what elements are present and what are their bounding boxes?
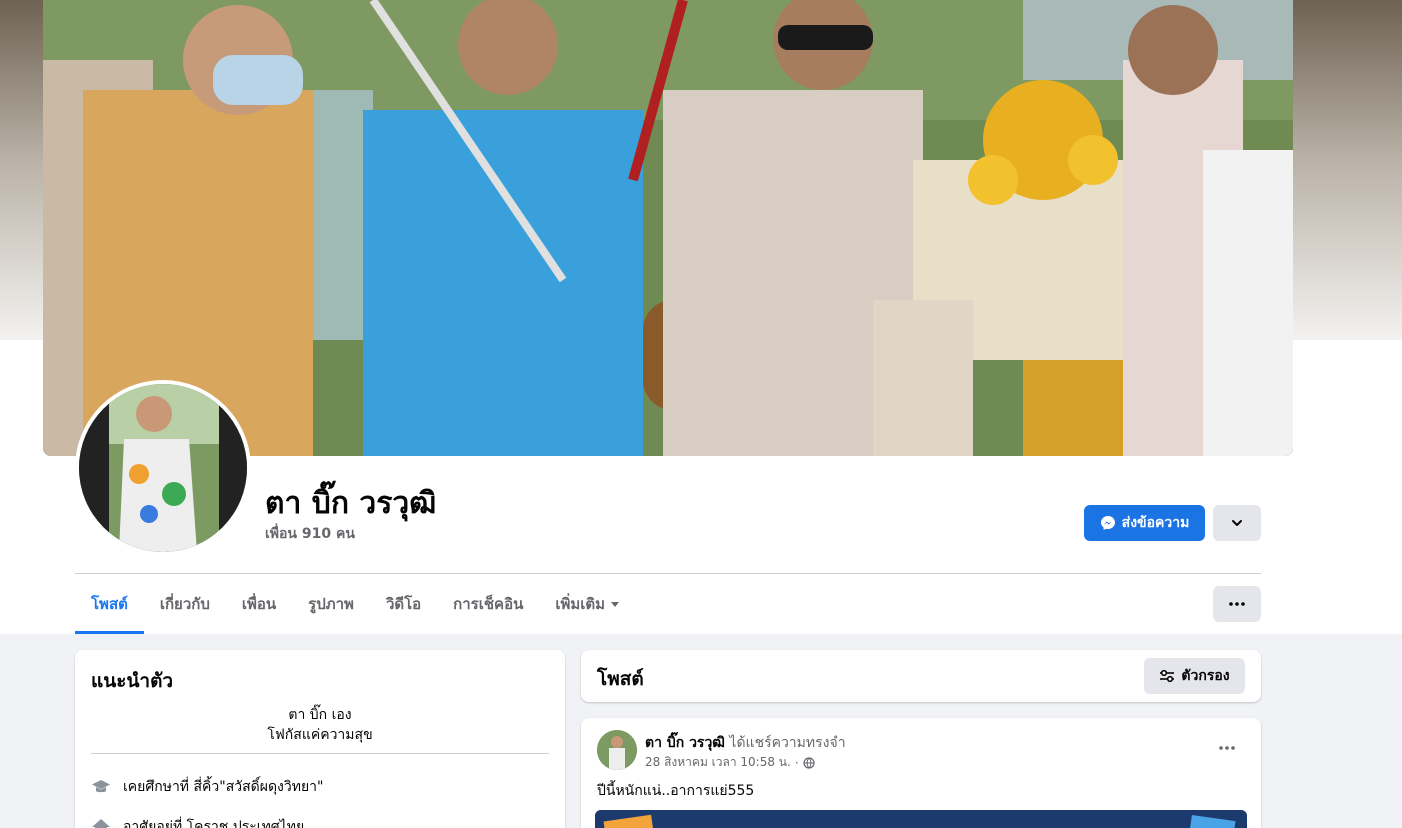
- home-icon: [92, 819, 110, 828]
- post-meta: 28 สิงหาคม เวลา 10:58 น. ·: [645, 753, 815, 772]
- tab-more[interactable]: เพิ่มเติม: [539, 574, 635, 634]
- profile-avatar-frame[interactable]: [75, 380, 251, 556]
- avatar: [79, 384, 247, 552]
- bio-line: โฟกัสแค่ความสุข: [267, 727, 373, 743]
- residence-row: อาศัยอยู่ที่ โคราช ประเทศไทย: [91, 816, 304, 828]
- tab-label: เพื่อน: [241, 595, 277, 613]
- tabs-more-button[interactable]: [1213, 586, 1261, 622]
- intro-divider: [91, 753, 549, 754]
- post-text: ปีนี้หนักแน่..อาการแย่555: [597, 783, 755, 799]
- ellipsis-icon: [1219, 746, 1235, 750]
- posts-header-card: โพสต์ ตัวกรอง: [581, 650, 1261, 702]
- cover-photo[interactable]: [43, 0, 1293, 456]
- tab-label: รูปภาพ: [308, 595, 354, 613]
- tab-label: วิดีโอ: [385, 595, 422, 613]
- cover-photo-illustration: [43, 0, 1293, 456]
- post-options-button[interactable]: [1209, 734, 1245, 762]
- tab-checkins[interactable]: การเช็คอิน: [437, 574, 539, 634]
- residence-text: อาศัยอยู่ที่ โคราช ประเทศไทย: [123, 819, 305, 828]
- profile-name: ตา บิ๊ก วรวุฒิ: [265, 486, 437, 521]
- profile-options-button[interactable]: [1213, 505, 1261, 541]
- tab-label: โพสต์: [91, 595, 128, 613]
- tab-photos[interactable]: รูปภาพ: [292, 574, 370, 634]
- send-message-button[interactable]: ส่งข้อความ: [1084, 505, 1205, 541]
- filter-label: ตัวกรอง: [1181, 668, 1230, 684]
- caret-down-icon: [611, 601, 620, 607]
- profile-tabs: โพสต์ เกี่ยวกับ เพื่อน รูปภาพ วิดีโอ การ…: [75, 574, 635, 634]
- post-timestamp[interactable]: 28 สิงหาคม เวลา 10:58 น.: [645, 753, 791, 772]
- posts-title: โพสต์: [597, 668, 644, 690]
- tab-videos[interactable]: วิดีโอ: [370, 574, 437, 634]
- tab-label: เกี่ยวกับ: [159, 595, 210, 613]
- memory-banner-art: [595, 810, 1247, 828]
- avatar-photo: [79, 384, 247, 552]
- chevron-down-icon: [1232, 520, 1242, 526]
- memory-preview[interactable]: [595, 810, 1247, 828]
- bio-line: ตา บิ๊ก เอง: [288, 707, 352, 723]
- education-text: เคยศึกษาที่ สี่คิ้ว"สวัสดิ์ผดุงวิทยา": [123, 779, 324, 795]
- friend-count[interactable]: เพื่อน 910 คน: [265, 523, 355, 545]
- tab-posts[interactable]: โพสต์: [75, 574, 144, 634]
- tab-label: เพิ่มเติม: [555, 595, 606, 613]
- education-row: เคยศึกษาที่ สี่คิ้ว"สวัสดิ์ผดุงวิทยา": [91, 776, 323, 798]
- post-card: ตา บิ๊ก วรวุฒิ ได้แชร์ความทรงจำ 28 สิงหา…: [581, 718, 1261, 828]
- ellipsis-icon: [1229, 602, 1245, 606]
- filter-button[interactable]: ตัวกรอง: [1144, 658, 1245, 694]
- messenger-icon: [1100, 516, 1115, 530]
- post-author-avatar[interactable]: [597, 730, 637, 770]
- meta-separator: ·: [794, 755, 799, 770]
- send-message-label: ส่งข้อความ: [1121, 515, 1190, 531]
- graduation-cap-icon: [92, 780, 110, 793]
- post-author-name[interactable]: ตา บิ๊ก วรวุฒิ: [645, 735, 725, 751]
- avatar-photo: [597, 730, 637, 770]
- intro-title: แนะนำตัว: [91, 670, 174, 692]
- tab-friends[interactable]: เพื่อน: [226, 574, 292, 634]
- tab-about[interactable]: เกี่ยวกับ: [144, 574, 226, 634]
- globe-icon[interactable]: [803, 756, 815, 769]
- post-action: ได้แชร์ความทรงจำ: [729, 735, 846, 751]
- post-header: ตา บิ๊ก วรวุฒิ ได้แชร์ความทรงจำ: [645, 732, 846, 754]
- tab-label: การเช็คอิน: [453, 595, 524, 613]
- filter-icon: [1160, 669, 1175, 683]
- intro-card: แนะนำตัว ตา บิ๊ก เอง โฟกัสแค่ความสุข เคย…: [75, 650, 565, 828]
